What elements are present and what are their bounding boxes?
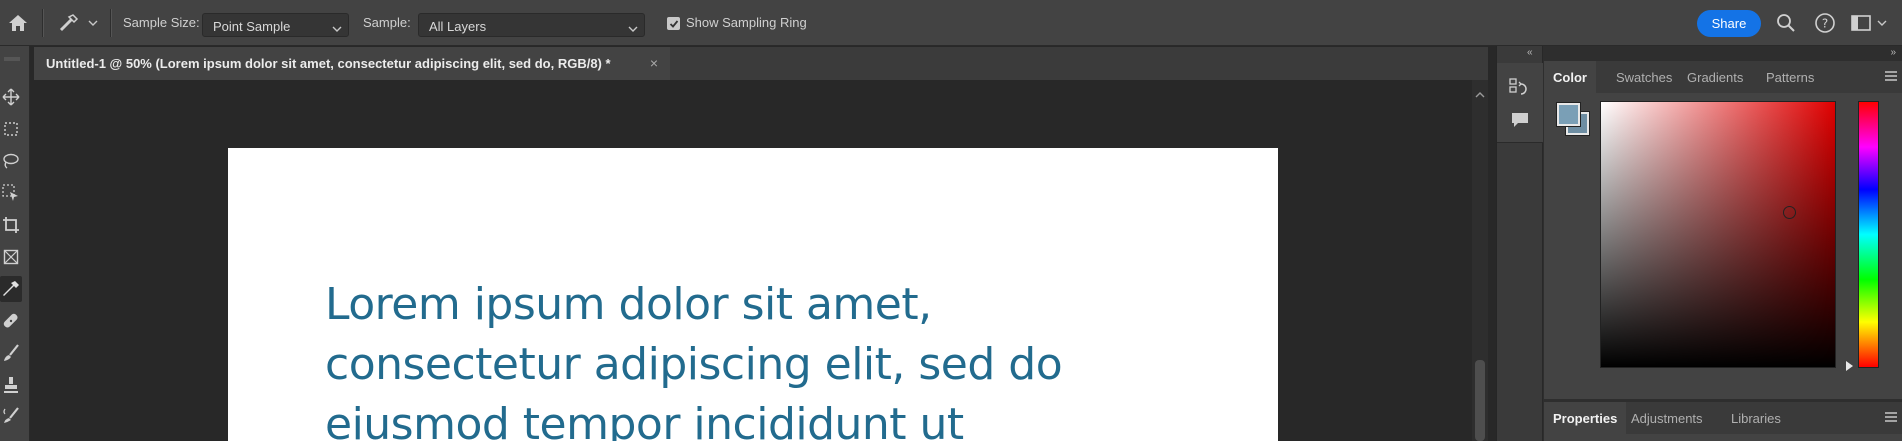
document-tab-bar: Untitled-1 @ 50% (Lorem ipsum dolor sit … xyxy=(34,47,1488,80)
tab-properties[interactable]: Properties xyxy=(1544,402,1627,434)
tab-gradients[interactable]: Gradients xyxy=(1678,61,1752,93)
show-sampling-ring-label[interactable]: Show Sampling Ring xyxy=(686,15,807,30)
tab-title: Untitled-1 @ 50% (Lorem ipsum dolor sit … xyxy=(46,56,611,71)
dock-group xyxy=(1497,63,1543,143)
eyedropper-tool-icon[interactable] xyxy=(0,276,22,302)
options-bar: Sample Size: Point Sample Sample: All La… xyxy=(0,0,1902,46)
frame-tool-icon[interactable] xyxy=(0,244,22,270)
move-tool-icon[interactable] xyxy=(0,84,22,110)
sample-label: Sample: xyxy=(363,15,411,30)
sample-size-label: Sample Size: xyxy=(123,15,200,30)
healing-brush-tool-icon[interactable] xyxy=(0,308,22,334)
divider xyxy=(42,9,43,37)
chevron-up-icon[interactable] xyxy=(1475,86,1485,101)
sample-select[interactable]: All Layers xyxy=(418,13,645,37)
home-icon[interactable] xyxy=(4,11,32,35)
sample-size-value: Point Sample xyxy=(213,19,291,34)
text-line: consectetur adipiscing elit, sed do xyxy=(325,339,1063,390)
tab-document[interactable]: Untitled-1 @ 50% (Lorem ipsum dolor sit … xyxy=(34,47,670,80)
eyedropper-preset-icon[interactable] xyxy=(56,11,82,35)
color-field[interactable] xyxy=(1600,101,1836,368)
panel-menu-icon[interactable] xyxy=(1884,411,1898,423)
crop-tool-icon[interactable] xyxy=(0,212,22,238)
color-panel-tabs: Color Swatches Gradients Patterns xyxy=(1544,61,1902,93)
tools-panel xyxy=(0,46,30,441)
sample-size-select[interactable]: Point Sample xyxy=(202,13,349,37)
chevron-down-icon xyxy=(628,20,638,35)
canvas-area[interactable]: Lorem ipsum dolor sit amet, consectetur … xyxy=(34,80,1472,441)
clone-stamp-tool-icon[interactable] xyxy=(0,372,22,398)
panel-menu-icon[interactable] xyxy=(1884,70,1898,82)
brush-tool-icon[interactable] xyxy=(0,340,22,366)
show-sampling-ring-checkbox[interactable] xyxy=(667,17,680,30)
scrollbar-thumb[interactable] xyxy=(1475,360,1485,441)
properties-panel: Properties Adjustments Libraries xyxy=(1544,402,1902,441)
document-text-layer[interactable]: Lorem ipsum dolor sit amet, consectetur … xyxy=(325,275,1225,441)
hue-slider[interactable] xyxy=(1858,101,1879,368)
tab-adjustments[interactable]: Adjustments xyxy=(1622,402,1712,434)
close-icon[interactable]: × xyxy=(650,55,658,71)
tab-swatches[interactable]: Swatches xyxy=(1607,61,1681,93)
chevron-down-icon[interactable] xyxy=(1874,11,1890,35)
comments-panel-icon[interactable] xyxy=(1509,109,1531,131)
marquee-tool-icon[interactable] xyxy=(0,116,22,142)
right-panel-column: » Color Swatches Gradients Patterns Prop… xyxy=(1543,46,1902,441)
vertical-scrollbar[interactable] xyxy=(1472,80,1488,441)
panel-grip[interactable] xyxy=(0,50,30,61)
hue-slider-marker[interactable] xyxy=(1846,361,1853,371)
document-canvas[interactable]: Lorem ipsum dolor sit amet, consectetur … xyxy=(228,148,1278,441)
color-panel: Color Swatches Gradients Patterns xyxy=(1544,61,1902,399)
collapse-panels-icon[interactable]: » xyxy=(1890,47,1896,58)
tab-patterns[interactable]: Patterns xyxy=(1757,61,1823,93)
tab-libraries[interactable]: Libraries xyxy=(1722,402,1790,434)
lasso-tool-icon[interactable] xyxy=(0,148,22,174)
text-line: Lorem ipsum dolor sit amet, xyxy=(325,279,932,330)
tab-color[interactable]: Color xyxy=(1544,61,1596,93)
history-brush-tool-icon[interactable] xyxy=(0,402,22,428)
svg-text:?: ? xyxy=(1822,17,1828,31)
search-icon[interactable] xyxy=(1773,11,1799,35)
text-line: eiusmod tempor incididunt ut xyxy=(325,399,964,441)
workspace-icon[interactable] xyxy=(1848,11,1874,35)
color-picker-ring[interactable] xyxy=(1783,206,1796,219)
help-icon[interactable]: ? xyxy=(1812,11,1838,35)
share-button[interactable]: Share xyxy=(1697,10,1761,37)
foreground-color-swatch[interactable] xyxy=(1556,102,1581,127)
properties-panel-tabs: Properties Adjustments Libraries xyxy=(1544,402,1902,434)
sample-value: All Layers xyxy=(429,19,487,34)
chevron-down-icon[interactable] xyxy=(86,14,100,32)
divider xyxy=(110,9,111,37)
collapsed-panel-dock: « xyxy=(1496,46,1543,441)
chevron-down-icon xyxy=(332,20,342,35)
collapse-panels-icon[interactable]: « xyxy=(1527,47,1533,58)
history-panel-icon[interactable] xyxy=(1509,77,1531,99)
object-selection-tool-icon[interactable] xyxy=(0,180,22,206)
